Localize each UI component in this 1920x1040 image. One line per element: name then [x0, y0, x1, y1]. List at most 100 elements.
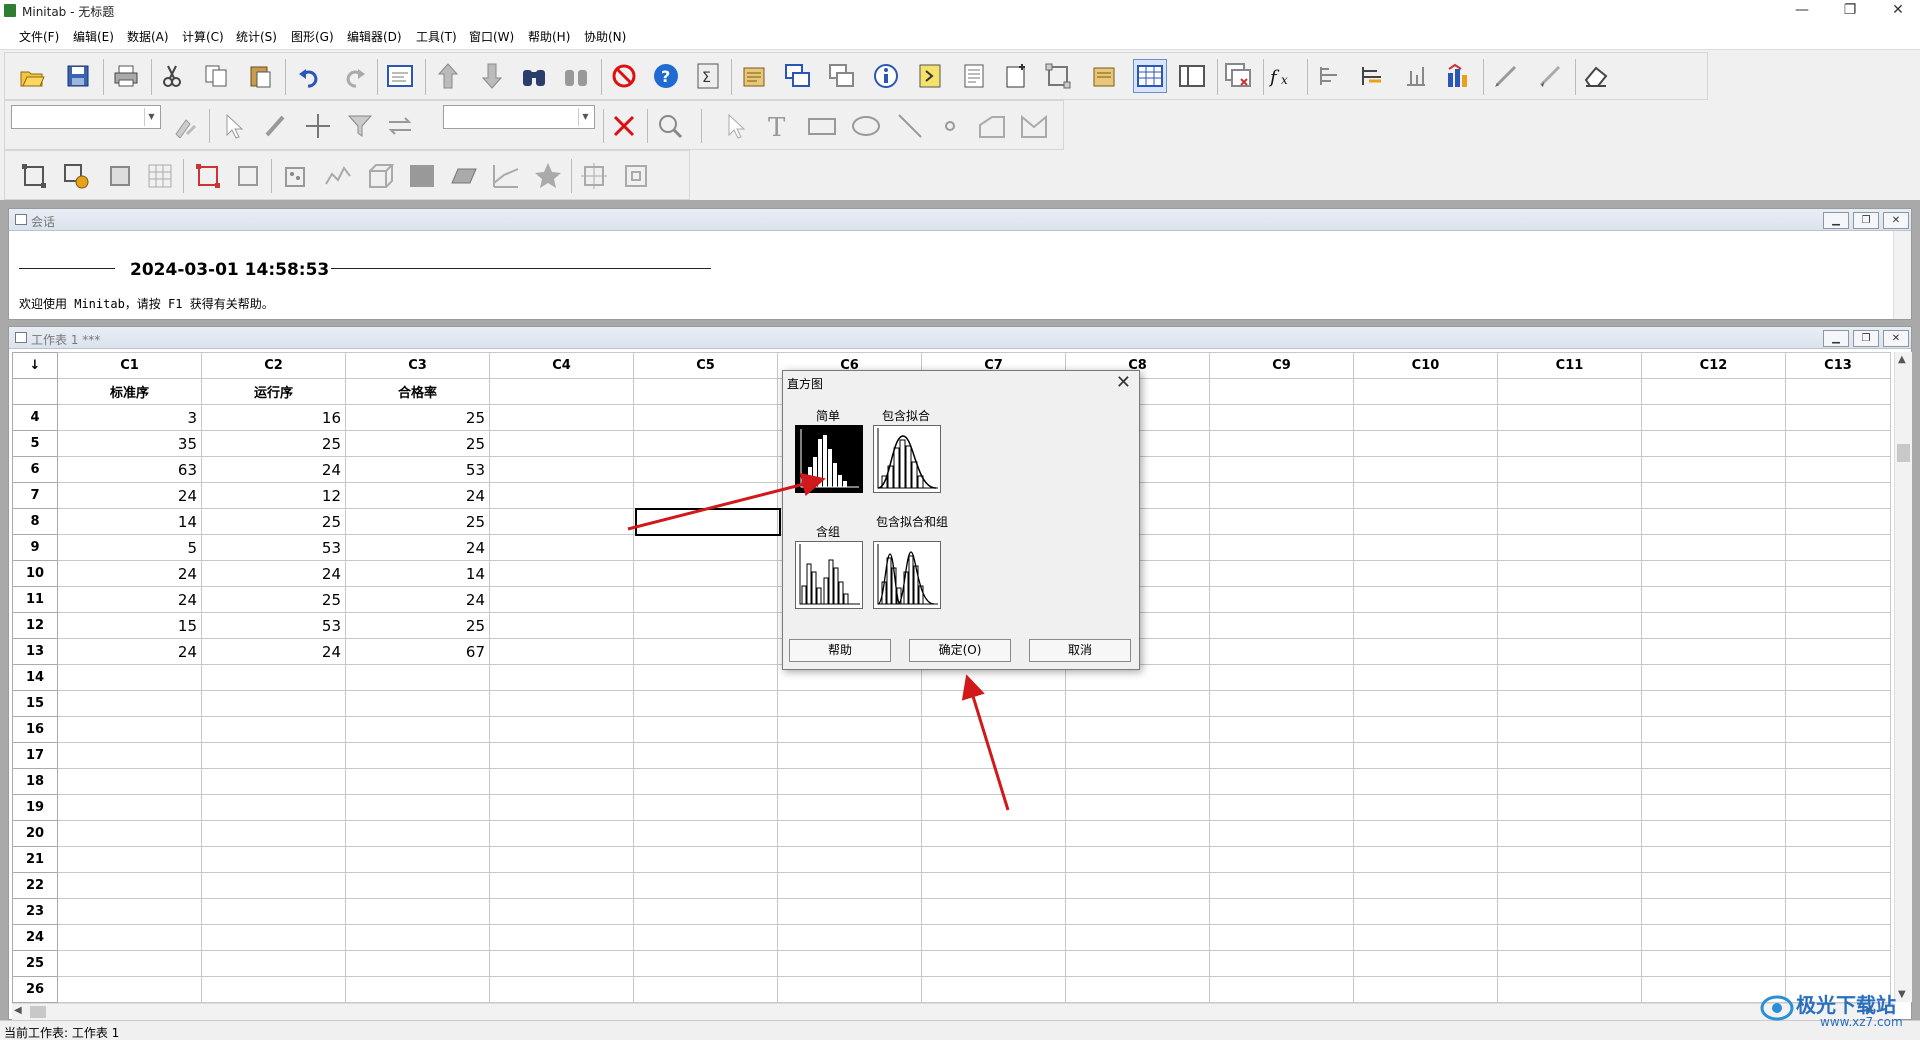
data-cell[interactable]: [1785, 716, 1891, 743]
data-cell[interactable]: 24: [345, 482, 490, 509]
data-cell[interactable]: [1497, 950, 1642, 977]
filter-icon[interactable]: [345, 111, 375, 141]
data-cell[interactable]: [489, 456, 634, 483]
ellipse-tool-icon[interactable]: [851, 111, 881, 141]
data-cell[interactable]: [633, 664, 778, 691]
pencil-icon[interactable]: [1535, 61, 1565, 91]
line-plot-icon[interactable]: [323, 161, 353, 191]
data-cell[interactable]: [1353, 456, 1498, 483]
data-cell[interactable]: [57, 768, 202, 795]
row-header[interactable]: 6: [12, 456, 58, 483]
data-cell[interactable]: [1497, 612, 1642, 639]
data-cell[interactable]: [1497, 638, 1642, 665]
data-cell[interactable]: 15: [57, 612, 202, 639]
data-cell[interactable]: [777, 716, 922, 743]
data-cell[interactable]: [345, 872, 490, 899]
data-cell[interactable]: [57, 716, 202, 743]
data-cell[interactable]: [489, 716, 634, 743]
data-cell[interactable]: [1785, 508, 1891, 535]
menu-edit[interactable]: 编辑(E): [73, 28, 114, 45]
data-cell[interactable]: [489, 612, 634, 639]
delete-x-icon[interactable]: [609, 111, 639, 141]
row-header[interactable]: 18: [12, 768, 58, 795]
surface-plot-icon[interactable]: [407, 161, 437, 191]
data-cell[interactable]: [489, 638, 634, 665]
data-cell[interactable]: [633, 534, 778, 561]
frame-icon[interactable]: [621, 161, 651, 191]
data-cell[interactable]: [1353, 586, 1498, 613]
data-cell[interactable]: [1209, 404, 1354, 431]
data-cell[interactable]: [1497, 534, 1642, 561]
copy-icon[interactable]: [201, 61, 231, 91]
paste-icon[interactable]: [245, 61, 275, 91]
cancel-command-icon[interactable]: [609, 61, 639, 91]
data-cell[interactable]: [1353, 404, 1498, 431]
data-cell[interactable]: 24: [201, 560, 346, 587]
data-cell[interactable]: [489, 846, 634, 873]
active-cell-cursor[interactable]: [635, 508, 781, 536]
data-cell[interactable]: [201, 742, 346, 769]
data-cell[interactable]: [1785, 664, 1891, 691]
redo-icon[interactable]: [339, 61, 369, 91]
data-cell[interactable]: [201, 716, 346, 743]
data-cell[interactable]: [1641, 456, 1786, 483]
data-cell[interactable]: [1641, 508, 1786, 535]
data-cell[interactable]: [633, 950, 778, 977]
column-header[interactable]: C9: [1209, 352, 1354, 379]
data-cell[interactable]: [1353, 924, 1498, 951]
session-minimize-icon[interactable]: ▁: [1823, 212, 1849, 229]
data-cell[interactable]: [1497, 768, 1642, 795]
data-cell[interactable]: [633, 976, 778, 1003]
data-cell[interactable]: [1353, 716, 1498, 743]
data-cell[interactable]: [1209, 872, 1354, 899]
data-cell[interactable]: [1353, 612, 1498, 639]
row-header[interactable]: 26: [12, 976, 58, 1003]
data-cell[interactable]: [1641, 638, 1786, 665]
layout-add-icon[interactable]: [61, 161, 91, 191]
data-cell[interactable]: [1209, 768, 1354, 795]
session-close-icon[interactable]: ✕: [1883, 212, 1909, 229]
data-cell[interactable]: [57, 950, 202, 977]
data-cell[interactable]: [1353, 820, 1498, 847]
histogram-simple-option[interactable]: [795, 425, 863, 493]
data-cell[interactable]: [1785, 612, 1891, 639]
data-cell[interactable]: [1065, 924, 1210, 951]
row-header[interactable]: 5: [12, 430, 58, 457]
data-cell[interactable]: [1641, 690, 1786, 717]
data-cell[interactable]: [1785, 872, 1891, 899]
row-header[interactable]: 21: [12, 846, 58, 873]
help-icon[interactable]: ?: [651, 61, 681, 91]
data-cell[interactable]: [489, 742, 634, 769]
data-cell[interactable]: [1497, 924, 1642, 951]
column-header[interactable]: C5: [633, 352, 778, 379]
data-cell[interactable]: [1065, 716, 1210, 743]
data-cell[interactable]: [1641, 404, 1786, 431]
close-graphs-icon[interactable]: [1223, 61, 1253, 91]
data-cell[interactable]: [921, 690, 1066, 717]
data-cell[interactable]: [777, 820, 922, 847]
data-cell[interactable]: [201, 950, 346, 977]
insert-cells-icon[interactable]: [1315, 61, 1345, 91]
data-cell[interactable]: [1497, 404, 1642, 431]
data-cell[interactable]: [57, 794, 202, 821]
show-session-icon[interactable]: [1089, 61, 1119, 91]
data-cell[interactable]: [1209, 976, 1354, 1003]
history-icon[interactable]: [915, 61, 945, 91]
data-cell[interactable]: 24: [57, 560, 202, 587]
data-cell[interactable]: [633, 586, 778, 613]
data-cell[interactable]: [1353, 768, 1498, 795]
graph-windows-icon[interactable]: [827, 61, 857, 91]
row-header[interactable]: 23: [12, 898, 58, 925]
data-cell[interactable]: [1209, 430, 1354, 457]
data-cell[interactable]: [633, 560, 778, 587]
data-cell[interactable]: [57, 846, 202, 873]
data-cell[interactable]: 24: [345, 586, 490, 613]
menu-tools[interactable]: 工具(T): [416, 28, 457, 45]
row-header[interactable]: 4: [12, 404, 58, 431]
formula-icon[interactable]: fx: [1269, 61, 1299, 91]
scroll-left-arrow-icon[interactable]: ◀: [14, 1005, 22, 1016]
data-cell[interactable]: [57, 872, 202, 899]
data-cell[interactable]: [921, 846, 1066, 873]
data-cell[interactable]: [57, 664, 202, 691]
data-cell[interactable]: [1497, 664, 1642, 691]
